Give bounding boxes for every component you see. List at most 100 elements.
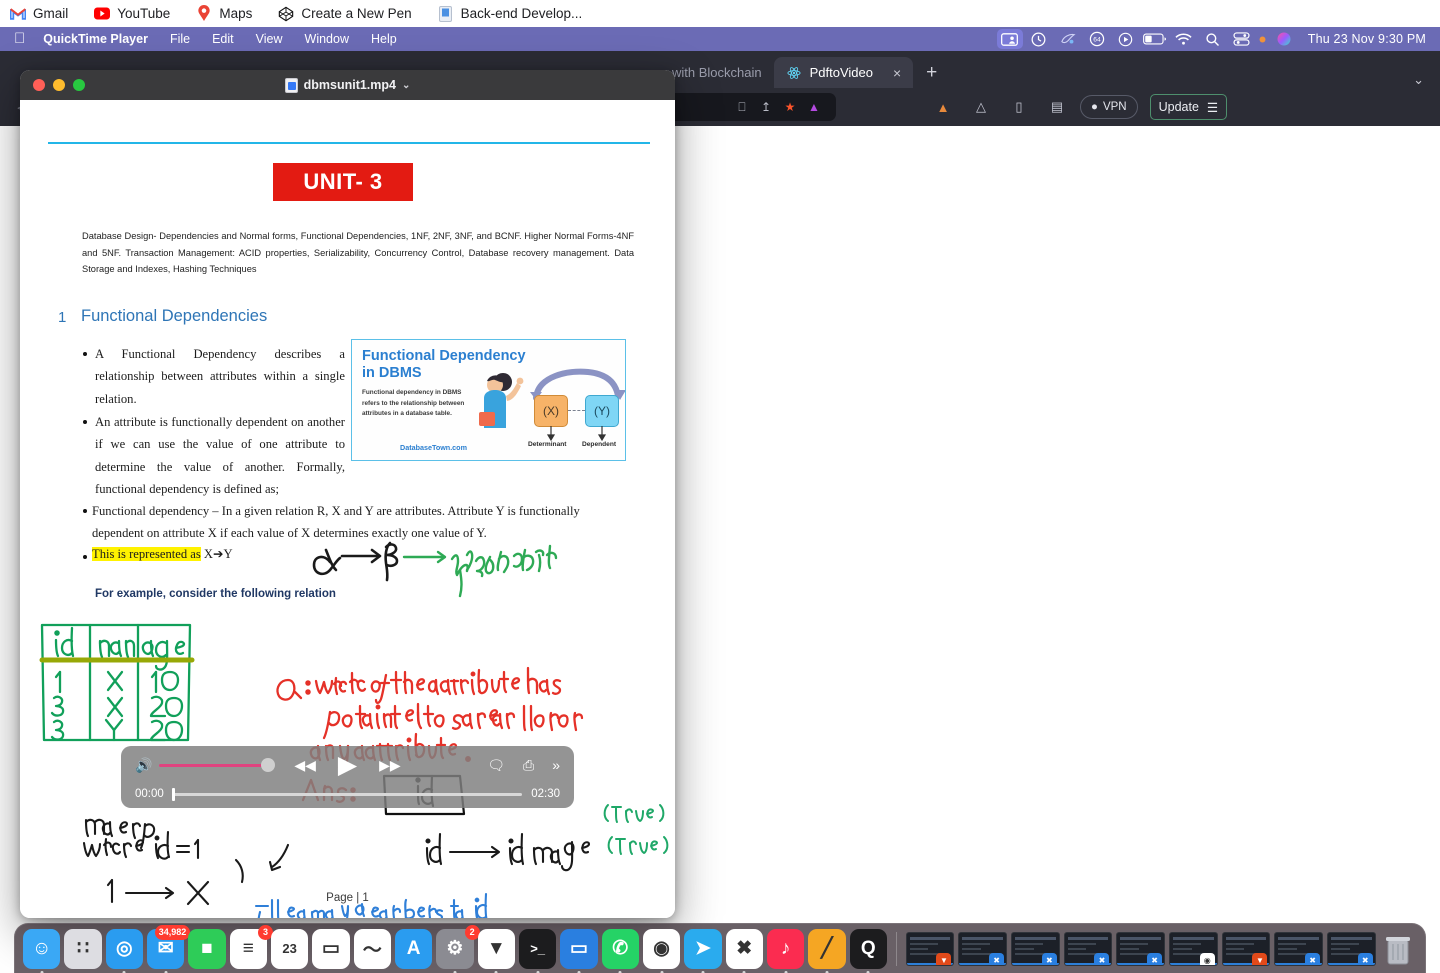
dock-app-reminders[interactable]: ≡ 3 bbox=[229, 924, 273, 969]
search-icon[interactable] bbox=[1200, 29, 1226, 49]
chevron-down-icon[interactable]: ⌄ bbox=[1413, 72, 1440, 88]
dock-app-chrome[interactable]: ◉ bbox=[642, 928, 681, 973]
tab-label: PdftoVideo bbox=[809, 65, 873, 80]
dock-app-notes[interactable]: ▭ bbox=[312, 928, 350, 969]
dock-window-player-window[interactable]: ▼ bbox=[1221, 931, 1271, 966]
dock-trash-icon[interactable] bbox=[1380, 929, 1417, 969]
document-bullet-3: Functional dependency – In a given relat… bbox=[92, 504, 580, 541]
dock-badge: 34,982 bbox=[154, 924, 191, 940]
control-center-icon[interactable] bbox=[1229, 29, 1255, 49]
wifi-icon[interactable] bbox=[1171, 29, 1197, 49]
vpn-dot-icon: ● bbox=[1091, 101, 1098, 113]
browser-tab-pdftovideo[interactable]: PdftoVideo × bbox=[773, 57, 914, 88]
dock-window-code-window-3[interactable]: ✖ bbox=[1116, 931, 1166, 966]
brave-shield-icon[interactable]: ★ bbox=[778, 97, 802, 117]
chevron-down-icon[interactable]: ⌄ bbox=[402, 80, 410, 91]
dock-app-quicktime-player[interactable]: Q bbox=[849, 928, 887, 973]
dock-app-launchpad[interactable]: ∷ bbox=[64, 928, 102, 969]
video-surface[interactable]: UNIT- 3 Database Design- Dependencies an… bbox=[20, 100, 675, 918]
vscode-icon: ✖ bbox=[736, 938, 753, 959]
infographic-box-y: (Y) bbox=[585, 395, 619, 427]
play-button[interactable]: ▶ bbox=[338, 752, 357, 778]
dock-app-whatsapp[interactable]: ✆ bbox=[601, 928, 639, 973]
dock-window-code-window-2[interactable]: ✖ bbox=[1063, 931, 1113, 966]
menu-item-edit[interactable]: Edit bbox=[201, 27, 245, 51]
dock-app-safari[interactable]: ◎ bbox=[105, 928, 143, 973]
window-title: dbmsunit1.mp4 ⌄ bbox=[20, 77, 675, 93]
dock-app-music[interactable]: ♪ bbox=[766, 928, 805, 973]
bookmark-label: Back-end Develop... bbox=[460, 6, 583, 21]
dock-app-app-store[interactable]: A bbox=[394, 928, 433, 969]
rewind-button[interactable]: ◀◀ bbox=[294, 757, 316, 774]
cast-icon[interactable]: ⎕ bbox=[730, 97, 754, 117]
transport-controls: ◀◀ ▶ ▶▶ bbox=[121, 752, 574, 778]
dock-app-mail[interactable]: ✉ 34,982 bbox=[146, 924, 191, 973]
menu-item-help[interactable]: Help bbox=[360, 27, 408, 51]
finder-icon: ☺ bbox=[31, 937, 52, 959]
hamburger-menu-icon[interactable]: ☰ bbox=[1207, 100, 1218, 115]
ghost-icon[interactable]: △ bbox=[966, 96, 996, 118]
menubar-clock[interactable]: Thu 23 Nov 9:30 PM bbox=[1308, 32, 1426, 46]
infographic-caption-dependent: Dependent bbox=[582, 441, 617, 448]
window-title-text: dbmsunit1.mp4 bbox=[303, 78, 396, 92]
bookmark-codepen[interactable]: Create a New Pen bbox=[278, 6, 412, 22]
screen-recording-icon[interactable] bbox=[996, 29, 1023, 49]
dock-app-vscode[interactable]: ✖ bbox=[725, 928, 763, 973]
sidebar-icon[interactable]: ▯ bbox=[1004, 96, 1034, 118]
dock-app-calendar[interactable]: 23 bbox=[270, 928, 309, 969]
dock-app-brave[interactable]: ▼ bbox=[477, 928, 515, 973]
dock-window-browser-window-doc[interactable]: ✖ bbox=[958, 931, 1008, 966]
update-button[interactable]: Update ☰ bbox=[1149, 94, 1228, 120]
dock-window-upload-page-window[interactable]: ◉ bbox=[1169, 931, 1218, 966]
macos-dock: ☺ ∷ ◎ ✉ 34,982 ■ ≡ 3 23 ▭ 〜 A ⚙ 2 ▼ >_ ▭ ✆ ◉ ➤ ✖ ♪ ╱ Q ▼ ✖ ✖ ✖ ✖ ◉ ▼ ✖ ✖ bbox=[14, 923, 1426, 973]
dock-app-telegram[interactable]: ➤ bbox=[684, 928, 722, 973]
bookmark-youtube[interactable]: YouTube bbox=[94, 6, 170, 22]
menu-item-view[interactable]: View bbox=[245, 27, 294, 51]
new-tab-button[interactable]: + bbox=[913, 57, 950, 88]
calendar-icon: 23 bbox=[282, 941, 297, 956]
dock-window-terminal-window[interactable]: ▼ bbox=[905, 931, 955, 966]
battery-icon[interactable] bbox=[1142, 29, 1168, 49]
video-playback-controls[interactable]: 🔊 ◀◀ ▶ ▶▶ 🗨 ⎙ » 00:00 02:30 bbox=[121, 746, 574, 808]
siri-icon[interactable] bbox=[1271, 29, 1297, 49]
dock-app-finder[interactable]: ☺ bbox=[23, 928, 61, 973]
scrubber-track[interactable] bbox=[171, 787, 523, 801]
media-player-icon[interactable] bbox=[1113, 29, 1139, 49]
bookmark-maps[interactable]: Maps bbox=[196, 5, 252, 22]
trash-icon bbox=[1386, 936, 1411, 964]
dock-window-code-window-1[interactable]: ✖ bbox=[1011, 931, 1060, 966]
browser-tab-blockchain[interactable]: with Blockchain bbox=[660, 57, 774, 88]
dock-window-code-window-4[interactable]: ✖ bbox=[1274, 931, 1324, 966]
dock-app-notes-pencil[interactable]: ╱ bbox=[808, 928, 846, 973]
menu-app-name[interactable]: QuickTime Player bbox=[37, 27, 159, 51]
bookmark-backend-dev[interactable]: Back-end Develop... bbox=[438, 5, 583, 22]
dock-app-facetime[interactable]: ■ bbox=[188, 928, 226, 969]
dock-app-keynote[interactable]: ▭ bbox=[560, 928, 598, 973]
share-icon[interactable]: ↥ bbox=[754, 97, 778, 117]
apple-logo-icon[interactable]:  bbox=[8, 27, 37, 51]
tab-close-icon[interactable]: × bbox=[893, 65, 901, 81]
triangle-icon[interactable]: ▲ bbox=[802, 97, 826, 117]
metamask-fox-icon[interactable]: ▲ bbox=[928, 96, 958, 118]
stats-icon[interactable] bbox=[1026, 29, 1052, 49]
vpn-button[interactable]: ● VPN bbox=[1080, 95, 1138, 119]
bookmark-gmail[interactable]: Gmail bbox=[10, 6, 68, 22]
update-label: Update bbox=[1158, 100, 1199, 114]
dock-app-system-settings[interactable]: ⚙ 2 bbox=[436, 924, 480, 973]
dock-window-code-window-5[interactable]: ✖ bbox=[1327, 931, 1376, 966]
infographic-box-x: (X) bbox=[534, 395, 568, 427]
scrubber-handle[interactable] bbox=[171, 787, 175, 801]
fast-forward-button[interactable]: ▶▶ bbox=[379, 757, 401, 774]
temperature-64-icon[interactable]: 64 bbox=[1084, 29, 1110, 49]
menu-item-window[interactable]: Window bbox=[294, 27, 360, 51]
quicktime-titlebar[interactable]: dbmsunit1.mp4 ⌄ bbox=[20, 70, 675, 100]
menu-item-file[interactable]: File bbox=[159, 27, 201, 51]
dock-app-freeform[interactable]: 〜 bbox=[353, 928, 391, 969]
quicktime-window[interactable]: dbmsunit1.mp4 ⌄ UNIT- 3 Database Design-… bbox=[20, 70, 675, 918]
wallet-icon[interactable]: ▤ bbox=[1042, 96, 1072, 118]
infographic-down-arrows-icon bbox=[546, 426, 607, 442]
dock-app-terminal[interactable]: >_ bbox=[518, 928, 557, 973]
cleanmymac-icon[interactable] bbox=[1055, 29, 1081, 49]
page-footer: Page | 1 bbox=[326, 892, 369, 904]
bullet4-rest: X➔Y bbox=[200, 547, 233, 561]
